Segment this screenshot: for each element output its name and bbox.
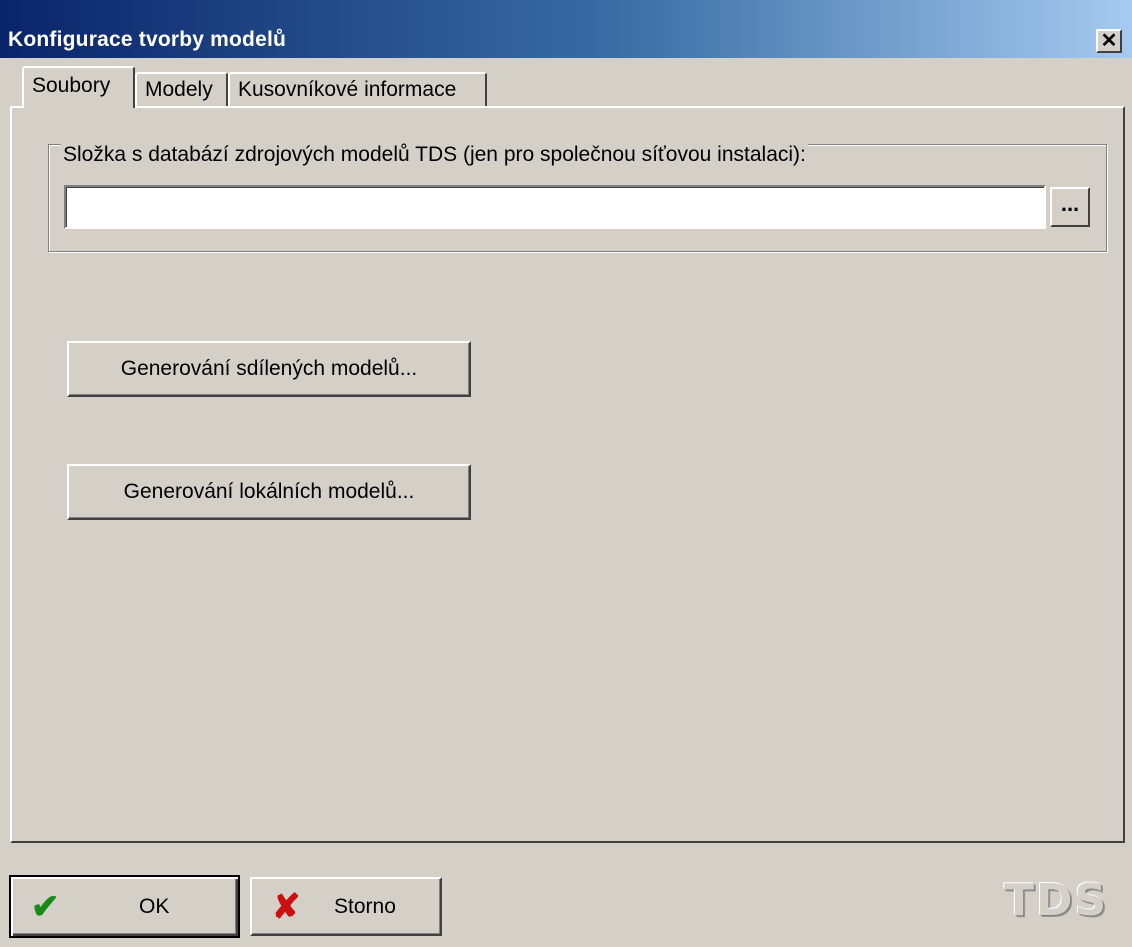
close-icon: ✕	[1100, 30, 1118, 52]
checkmark-icon: ✔	[31, 887, 60, 926]
cancel-button[interactable]: ✘ Storno	[250, 877, 442, 936]
button-label: Generování sdílených modelů...	[120, 357, 418, 380]
button-label: Generování lokálních modelů...	[123, 480, 415, 503]
cancel-label: Storno	[334, 894, 396, 918]
ok-button[interactable]: ✔ OK	[9, 875, 240, 938]
tds-logo: TDS	[1004, 875, 1109, 926]
tab-modely[interactable]: Modely	[135, 72, 228, 106]
tab-label: Kusovníkové informace	[238, 78, 457, 101]
browse-button[interactable]: ...	[1050, 187, 1090, 227]
red-x-icon: ✘	[272, 887, 301, 926]
close-button[interactable]: ✕	[1096, 29, 1122, 53]
tab-label: Modely	[145, 78, 213, 101]
title-bar: Konfigurace tvorby modelů ✕	[0, 0, 1132, 58]
tab-kusovnikove-informace[interactable]: Kusovníkové informace	[228, 72, 487, 106]
tab-label: Soubory	[32, 74, 111, 97]
generate-local-models-button[interactable]: Generování lokálních modelů...	[67, 464, 471, 520]
folder-group-label: Složka s databází zdrojových modelů TDS …	[61, 143, 808, 167]
folder-path-input[interactable]	[64, 185, 1046, 229]
tab-soubory[interactable]: Soubory	[22, 66, 135, 108]
window-title: Konfigurace tvorby modelů	[8, 28, 287, 51]
ok-label: OK	[139, 894, 170, 918]
generate-shared-models-button[interactable]: Generování sdílených modelů...	[67, 341, 471, 397]
